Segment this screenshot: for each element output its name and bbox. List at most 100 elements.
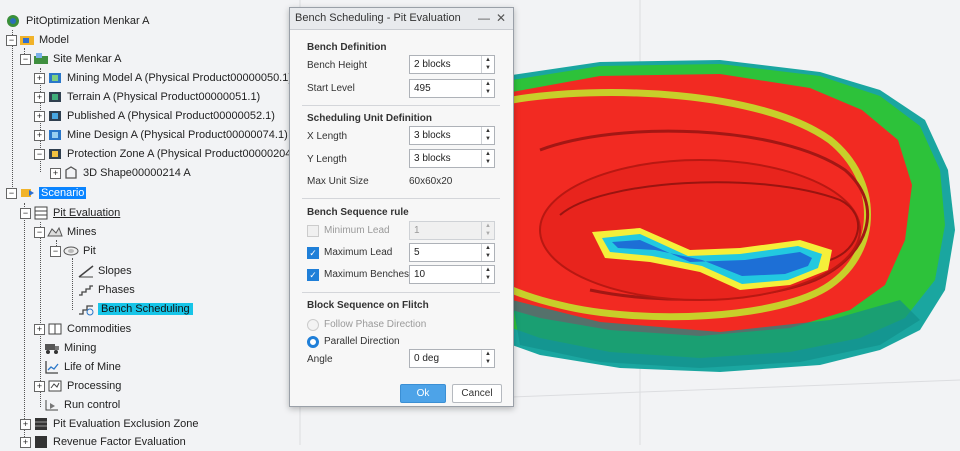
- minimize-icon[interactable]: —: [477, 11, 491, 25]
- expand-icon[interactable]: +: [34, 110, 45, 122]
- tree-node-published-label: Published A (Physical Product00000052.1): [67, 110, 275, 123]
- x-length-spinner[interactable]: 3 blocks ▲ ▼: [409, 126, 495, 145]
- tree-node-phases[interactable]: Phases: [78, 281, 135, 299]
- product-icon: [49, 73, 61, 84]
- spinner-arrows-icon[interactable]: ▲ ▼: [481, 80, 494, 97]
- tree-node-mines[interactable]: − Mines: [34, 223, 96, 241]
- tree-node-mines-label: Mines: [67, 226, 97, 239]
- spinner-arrows-icon[interactable]: ▲ ▼: [481, 150, 494, 167]
- collapse-icon[interactable]: −: [20, 207, 31, 219]
- tree-node-terrain-label: Terrain A (Physical Product00000051.1): [67, 91, 261, 104]
- dialog-title: Bench Scheduling - Pit Evaluation: [295, 12, 461, 24]
- tree-node-published[interactable]: + Published A (Physical Product00000052.1…: [34, 107, 275, 125]
- spinner-arrows-icon[interactable]: ▲ ▼: [481, 127, 494, 144]
- parallel-direction-radio[interactable]: [307, 336, 319, 348]
- expand-icon[interactable]: +: [34, 91, 45, 103]
- tree-node-phases-label: Phases: [98, 284, 135, 297]
- tree-node-site[interactable]: − Site Menkar A: [20, 50, 121, 68]
- tree-node-processing[interactable]: + Processing: [34, 377, 121, 395]
- minimum-lead-checkbox[interactable]: [307, 225, 319, 237]
- tree-node-protection-zone[interactable]: − Protection Zone A (Physical Product0000…: [34, 145, 304, 163]
- tree-node-life-of-mine[interactable]: Life of Mine: [44, 358, 121, 376]
- start-level-spinner[interactable]: 495 ▲ ▼: [409, 79, 495, 98]
- collapse-icon[interactable]: −: [6, 34, 17, 46]
- y-length-label: Y Length: [307, 154, 347, 165]
- spinner-arrows-icon[interactable]: ▲ ▼: [481, 56, 494, 73]
- spinner-arrows-icon[interactable]: ▲ ▼: [481, 350, 494, 367]
- tree-node-run-control[interactable]: Run control: [44, 396, 120, 414]
- tree-node-3d-shape[interactable]: +3D Shape00000214 A: [50, 164, 191, 182]
- expand-icon[interactable]: +: [34, 72, 45, 84]
- follow-phase-radio[interactable]: [307, 319, 319, 331]
- tree-root[interactable]: PitOptimization Menkar A: [6, 12, 150, 30]
- tree-node-model[interactable]: − Model: [6, 31, 69, 49]
- specification-tree: PitOptimization Menkar A − Model − Site Me…: [0, 0, 304, 449]
- tree-node-terrain[interactable]: + Terrain A (Physical Product00000051.1): [34, 88, 260, 106]
- bench-height-label: Bench Height: [307, 60, 368, 71]
- product-icon: [49, 130, 61, 141]
- tree-node-3d-shape-label: 3D Shape00000214 A: [83, 167, 191, 180]
- maximum-benches-spinner[interactable]: 10 ▲ ▼: [409, 265, 495, 284]
- y-length-spinner[interactable]: 3 blocks ▲ ▼: [409, 149, 495, 168]
- maximum-benches-value: 10: [414, 269, 426, 280]
- maximum-lead-spinner[interactable]: 5 ▲ ▼: [409, 243, 495, 262]
- life-of-mine-icon: [45, 361, 59, 374]
- tree-node-run-control-label: Run control: [64, 399, 121, 412]
- bench-height-value: 2 blocks: [414, 59, 451, 70]
- expand-icon[interactable]: +: [50, 167, 61, 179]
- collapse-icon[interactable]: −: [6, 187, 17, 199]
- tree-node-mining[interactable]: Mining: [44, 339, 96, 357]
- collapse-icon[interactable]: −: [50, 245, 61, 257]
- maximum-benches-label: Maximum Benches: [324, 269, 410, 280]
- tree-node-slopes[interactable]: Slopes: [78, 262, 132, 280]
- angle-spinner[interactable]: 0 deg ▲ ▼: [409, 349, 495, 368]
- tree-node-exclusion-zone[interactable]: + Pit Evaluation Exclusion Zone: [20, 415, 199, 433]
- divider: [302, 292, 500, 293]
- expand-icon[interactable]: +: [34, 380, 45, 392]
- close-icon[interactable]: ✕: [494, 11, 508, 25]
- tree-node-commodities[interactable]: + Commodities: [34, 320, 131, 338]
- collapse-icon[interactable]: −: [34, 226, 45, 238]
- bench-scheduling-dialog: Bench Scheduling - Pit Evaluation — ✕ Be…: [289, 7, 514, 407]
- tree-node-pit[interactable]: − Pit: [50, 242, 96, 260]
- tree-node-processing-label: Processing: [67, 380, 122, 393]
- tree-node-mining-model[interactable]: + Mining Model A (Physical Product0000005…: [34, 69, 292, 87]
- expand-icon[interactable]: +: [20, 436, 31, 448]
- tree-node-bench-scheduling-label: Bench Scheduling: [98, 303, 193, 316]
- x-length-label: X Length: [307, 131, 348, 142]
- collapse-icon[interactable]: −: [20, 53, 31, 65]
- expand-icon[interactable]: +: [20, 418, 31, 430]
- scenario-icon: [21, 189, 34, 198]
- expand-icon[interactable]: +: [34, 323, 45, 335]
- bench-sequence-heading: Bench Sequence rule: [307, 207, 409, 218]
- x-length-value: 3 blocks: [414, 130, 451, 141]
- tree-node-bench-scheduling[interactable]: Bench Scheduling: [78, 300, 193, 318]
- tree-node-pit-label: Pit: [83, 245, 96, 258]
- follow-phase-label: Follow Phase Direction: [324, 319, 427, 330]
- expand-icon[interactable]: +: [34, 129, 45, 141]
- spinner-arrows-icon[interactable]: ▲ ▼: [481, 266, 494, 283]
- tree-node-pit-evaluation[interactable]: − Pit Evaluation: [20, 204, 120, 222]
- tree-node-scenario[interactable]: − Scenario: [6, 184, 87, 202]
- minimum-lead-spinner[interactable]: 1 ▲ ▼: [409, 221, 495, 240]
- cancel-button[interactable]: Cancel: [452, 384, 502, 403]
- product-icon: [49, 92, 61, 103]
- evaluation-table-icon: [34, 206, 48, 220]
- minimum-lead-label: Minimum Lead: [324, 225, 390, 236]
- start-level-value: 495: [414, 83, 431, 94]
- spinner-arrows-icon[interactable]: ▲ ▼: [481, 244, 494, 261]
- tree-node-mine-design[interactable]: + Mine Design A (Physical Product00000074…: [34, 126, 288, 144]
- divider: [302, 198, 500, 199]
- bench-height-spinner[interactable]: 2 blocks ▲ ▼: [409, 55, 495, 74]
- spinner-arrows-icon[interactable]: ▲ ▼: [481, 222, 494, 239]
- ok-button[interactable]: Ok: [400, 384, 446, 403]
- tree-node-slopes-label: Slopes: [98, 265, 132, 278]
- tree-node-commodities-label: Commodities: [67, 323, 132, 336]
- maximum-benches-checkbox[interactable]: ✓: [307, 269, 319, 281]
- product-icon: [49, 111, 61, 122]
- commodities-icon: [48, 323, 62, 335]
- tree-node-revenue-label: Revenue Factor Evaluation: [53, 436, 186, 449]
- collapse-icon[interactable]: −: [34, 148, 45, 160]
- tree-node-revenue[interactable]: + Revenue Factor Evaluation: [20, 433, 186, 451]
- maximum-lead-checkbox[interactable]: ✓: [307, 247, 319, 259]
